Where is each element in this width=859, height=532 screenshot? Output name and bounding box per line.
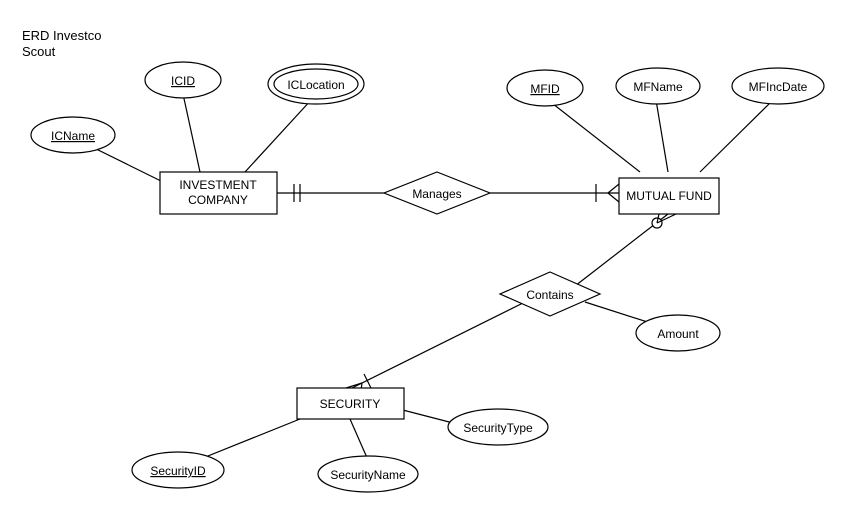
- erd-canvas: ICName ICID ICLocation MFID MFName MFInc…: [0, 0, 859, 532]
- relationship-contains-label: Contains: [526, 288, 573, 302]
- attr-mfname-label: MFName: [633, 80, 683, 94]
- attr-mfid-label: MFID: [530, 82, 560, 96]
- attr-amount-label: Amount: [657, 327, 699, 341]
- entity-mf-label: MUTUAL FUND: [626, 189, 712, 203]
- attr-iclocation-label: ICLocation: [287, 78, 344, 92]
- relationship-manages-label: Manages: [412, 187, 461, 201]
- attr-securityname-label: SecurityName: [330, 468, 406, 482]
- entity-ic-label-1: INVESTMENT: [179, 178, 257, 192]
- entity-security-label: SECURITY: [320, 397, 381, 411]
- attr-mfincdate-label: MFIncDate: [749, 80, 808, 94]
- attr-icname-label: ICName: [51, 129, 95, 143]
- attr-securitytype-label: SecurityType: [463, 421, 533, 435]
- entity-ic-label-2: COMPANY: [188, 193, 248, 207]
- attr-icid-label: ICID: [171, 74, 195, 88]
- attr-securityid-label: SecurityID: [150, 464, 206, 478]
